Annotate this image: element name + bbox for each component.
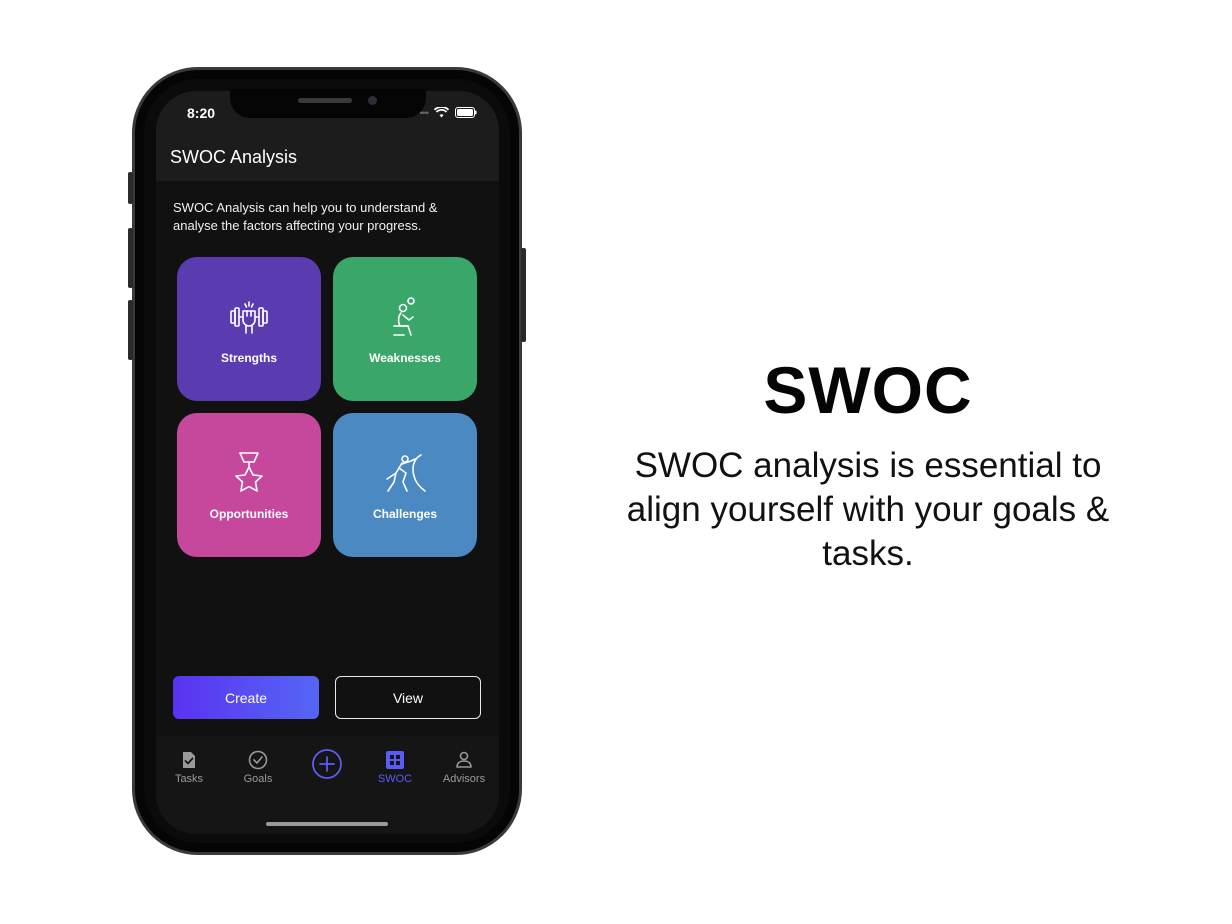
view-button[interactable]: View	[335, 676, 481, 719]
phone-screen: 8:20 •••• SWOC Analysis SWOC Analysis ca…	[156, 91, 499, 834]
plus-circle-icon	[312, 749, 342, 779]
speaker-grille	[298, 98, 352, 103]
tile-label: Opportunities	[209, 507, 289, 521]
clipboard-check-icon	[183, 752, 195, 768]
tile-label: Challenges	[372, 507, 438, 521]
intro-text: SWOC Analysis can help you to understand…	[173, 200, 438, 233]
battery-icon	[455, 107, 477, 118]
home-indicator[interactable]	[266, 822, 388, 826]
tab-label: Goals	[243, 773, 273, 785]
tab-goals[interactable]: Goals	[226, 750, 290, 785]
tab-swoc[interactable]: SWOC	[363, 750, 427, 785]
create-button[interactable]: Create	[173, 676, 319, 719]
check-circle-icon	[248, 750, 268, 770]
star-medal-icon	[235, 452, 263, 492]
tab-advisors[interactable]: Advisors	[432, 750, 496, 785]
bottom-tab-bar: Tasks Goals SWOC Advisors	[156, 736, 499, 834]
volume-up-button	[128, 228, 133, 288]
weightlifting-icon	[230, 301, 268, 334]
tile-challenges[interactable]: Challenges	[333, 413, 477, 557]
tile-label: Weaknesses	[369, 351, 441, 365]
mute-switch	[128, 172, 133, 204]
tile-label: Strengths	[220, 351, 277, 365]
volume-down-button	[128, 300, 133, 360]
hero-title: SWOC	[763, 353, 973, 427]
wifi-icon	[434, 107, 449, 118]
power-button	[521, 248, 526, 342]
hero-description: SWOC analysis is essential to align your…	[626, 446, 1110, 573]
tile-opportunities[interactable]: Opportunities	[177, 413, 321, 557]
tab-label: Advisors	[442, 773, 486, 785]
front-camera	[368, 96, 377, 105]
swoc-grid-icon	[386, 751, 404, 769]
page-title: SWOC Analysis	[170, 147, 298, 167]
pushing-boulder-icon	[386, 454, 426, 492]
tab-label: SWOC	[377, 773, 413, 785]
tile-strengths[interactable]: Strengths	[177, 257, 321, 401]
person-icon	[456, 751, 472, 768]
tired-person-icon	[393, 297, 415, 336]
status-icons: ••••	[419, 107, 477, 118]
tile-weaknesses[interactable]: Weaknesses	[333, 257, 477, 401]
tab-tasks[interactable]: Tasks	[157, 750, 221, 785]
tab-add[interactable]	[295, 748, 359, 780]
phone-notch	[230, 89, 426, 118]
tab-label: Tasks	[174, 773, 204, 785]
status-time: 8:20	[187, 105, 216, 121]
